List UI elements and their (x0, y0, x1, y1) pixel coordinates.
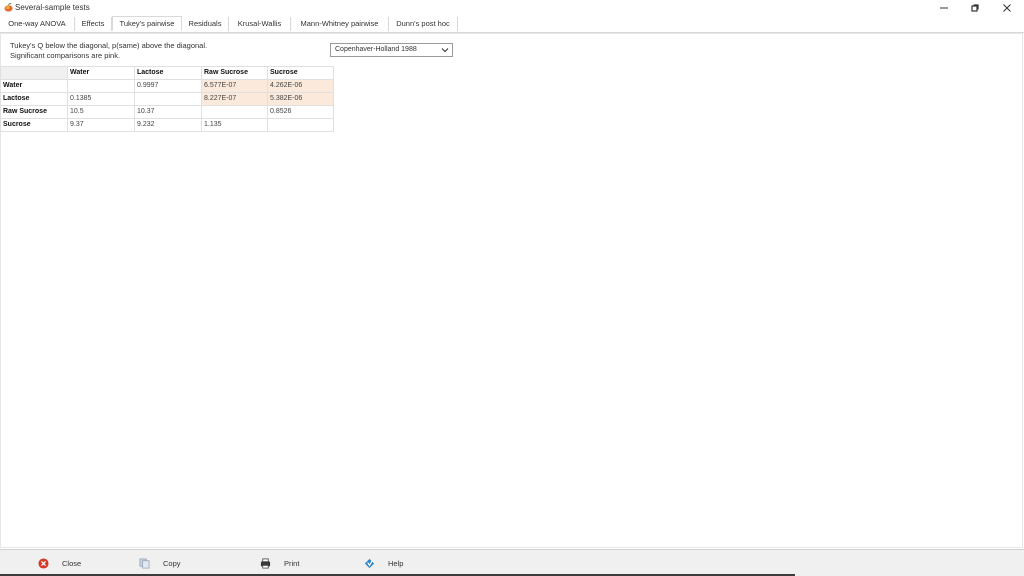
help-button-label: Help (388, 559, 404, 568)
tab-residuals[interactable]: Residuals (182, 17, 229, 31)
table-cell[interactable] (201, 105, 268, 119)
app-window: Several-sample tests One-way ANOVA Effec… (0, 0, 1024, 576)
close-circle-icon (38, 558, 49, 569)
tab-dunns-post-hoc[interactable]: Dunn's post hoc (389, 17, 458, 31)
tab-effects[interactable]: Effects (75, 17, 112, 31)
table-cell[interactable]: 1.135 (201, 118, 268, 132)
table-header-row: Water Lactose Raw Sucrose Sucrose (0, 66, 334, 80)
title-bar: Several-sample tests (0, 0, 1024, 16)
copy-button[interactable]: Copy (139, 556, 181, 571)
table-row: Water 0.9997 6.577E-07 4.262E-06 (0, 79, 334, 93)
table-cell[interactable] (134, 92, 202, 106)
method-dropdown[interactable]: Copenhaver-Holland 1988 (330, 43, 453, 57)
close-button[interactable]: Close (38, 556, 81, 571)
help-icon (364, 558, 375, 569)
row-header[interactable]: Raw Sucrose (0, 105, 68, 119)
maximize-button[interactable] (960, 0, 990, 16)
tab-one-way-anova[interactable]: One-way ANOVA (0, 17, 75, 31)
print-button[interactable]: Print (260, 556, 299, 571)
column-header[interactable]: Sucrose (267, 66, 334, 80)
column-header[interactable]: Lactose (134, 66, 202, 80)
table-cell[interactable]: 10.37 (134, 105, 202, 119)
window-title: Several-sample tests (15, 3, 90, 12)
table-cell[interactable]: 10.5 (67, 105, 135, 119)
tab-tukeys-pairwise[interactable]: Tukey's pairwise (112, 16, 182, 31)
maximize-icon (971, 4, 979, 12)
table-cell[interactable]: 0.1385 (67, 92, 135, 106)
results-table: Water Lactose Raw Sucrose Sucrose Water … (0, 66, 334, 132)
bottom-toolbar: Close Copy Print Help (0, 549, 1024, 576)
table-cell[interactable]: 9.232 (134, 118, 202, 132)
window-close-button[interactable] (992, 0, 1022, 16)
description-line-1: Tukey's Q below the diagonal, p(same) ab… (10, 41, 208, 50)
table-corner (0, 66, 68, 80)
print-button-label: Print (284, 559, 300, 568)
table-cell[interactable]: 9.37 (67, 118, 135, 132)
copy-button-label: Copy (163, 559, 181, 568)
column-header[interactable]: Water (67, 66, 135, 80)
row-header[interactable]: Lactose (0, 92, 68, 106)
table-cell[interactable] (67, 79, 135, 93)
table-row: Lactose 0.1385 8.227E-07 5.382E-06 (0, 92, 334, 106)
copy-icon (139, 558, 150, 569)
table-cell[interactable]: 4.262E-06 (267, 79, 334, 93)
minimize-button[interactable] (929, 0, 959, 16)
close-icon (1003, 4, 1011, 12)
chevron-down-icon (441, 48, 449, 53)
table-row: Raw Sucrose 10.5 10.37 0.8526 (0, 105, 334, 119)
printer-icon (260, 558, 271, 569)
close-button-label: Close (62, 559, 82, 568)
tab-bar: One-way ANOVA Effects Tukey's pairwise R… (0, 16, 1024, 33)
table-row: Sucrose 9.37 9.232 1.135 (0, 118, 334, 132)
table-cell[interactable] (267, 118, 334, 132)
app-logo-icon (4, 3, 13, 12)
row-header[interactable]: Water (0, 79, 68, 93)
table-cell[interactable]: 8.227E-07 (201, 92, 268, 106)
column-header[interactable]: Raw Sucrose (201, 66, 268, 80)
description-line-2: Significant comparisons are pink. (10, 51, 121, 60)
help-button[interactable]: Help (364, 556, 403, 571)
table-cell[interactable]: 5.382E-06 (267, 92, 334, 106)
table-cell[interactable]: 0.9997 (134, 79, 202, 93)
minimize-icon (940, 7, 948, 9)
table-cell[interactable]: 6.577E-07 (201, 79, 268, 93)
method-dropdown-value: Copenhaver-Holland 1988 (335, 46, 417, 53)
table-cell[interactable]: 0.8526 (267, 105, 334, 119)
tab-mann-whitney-pairwise[interactable]: Mann-Whitney pairwise (291, 17, 389, 31)
description-text: Tukey's Q below the diagonal, p(same) ab… (10, 41, 207, 61)
row-header[interactable]: Sucrose (0, 118, 68, 132)
tab-kruskal-wallis[interactable]: Krusal-Wallis (229, 17, 291, 31)
